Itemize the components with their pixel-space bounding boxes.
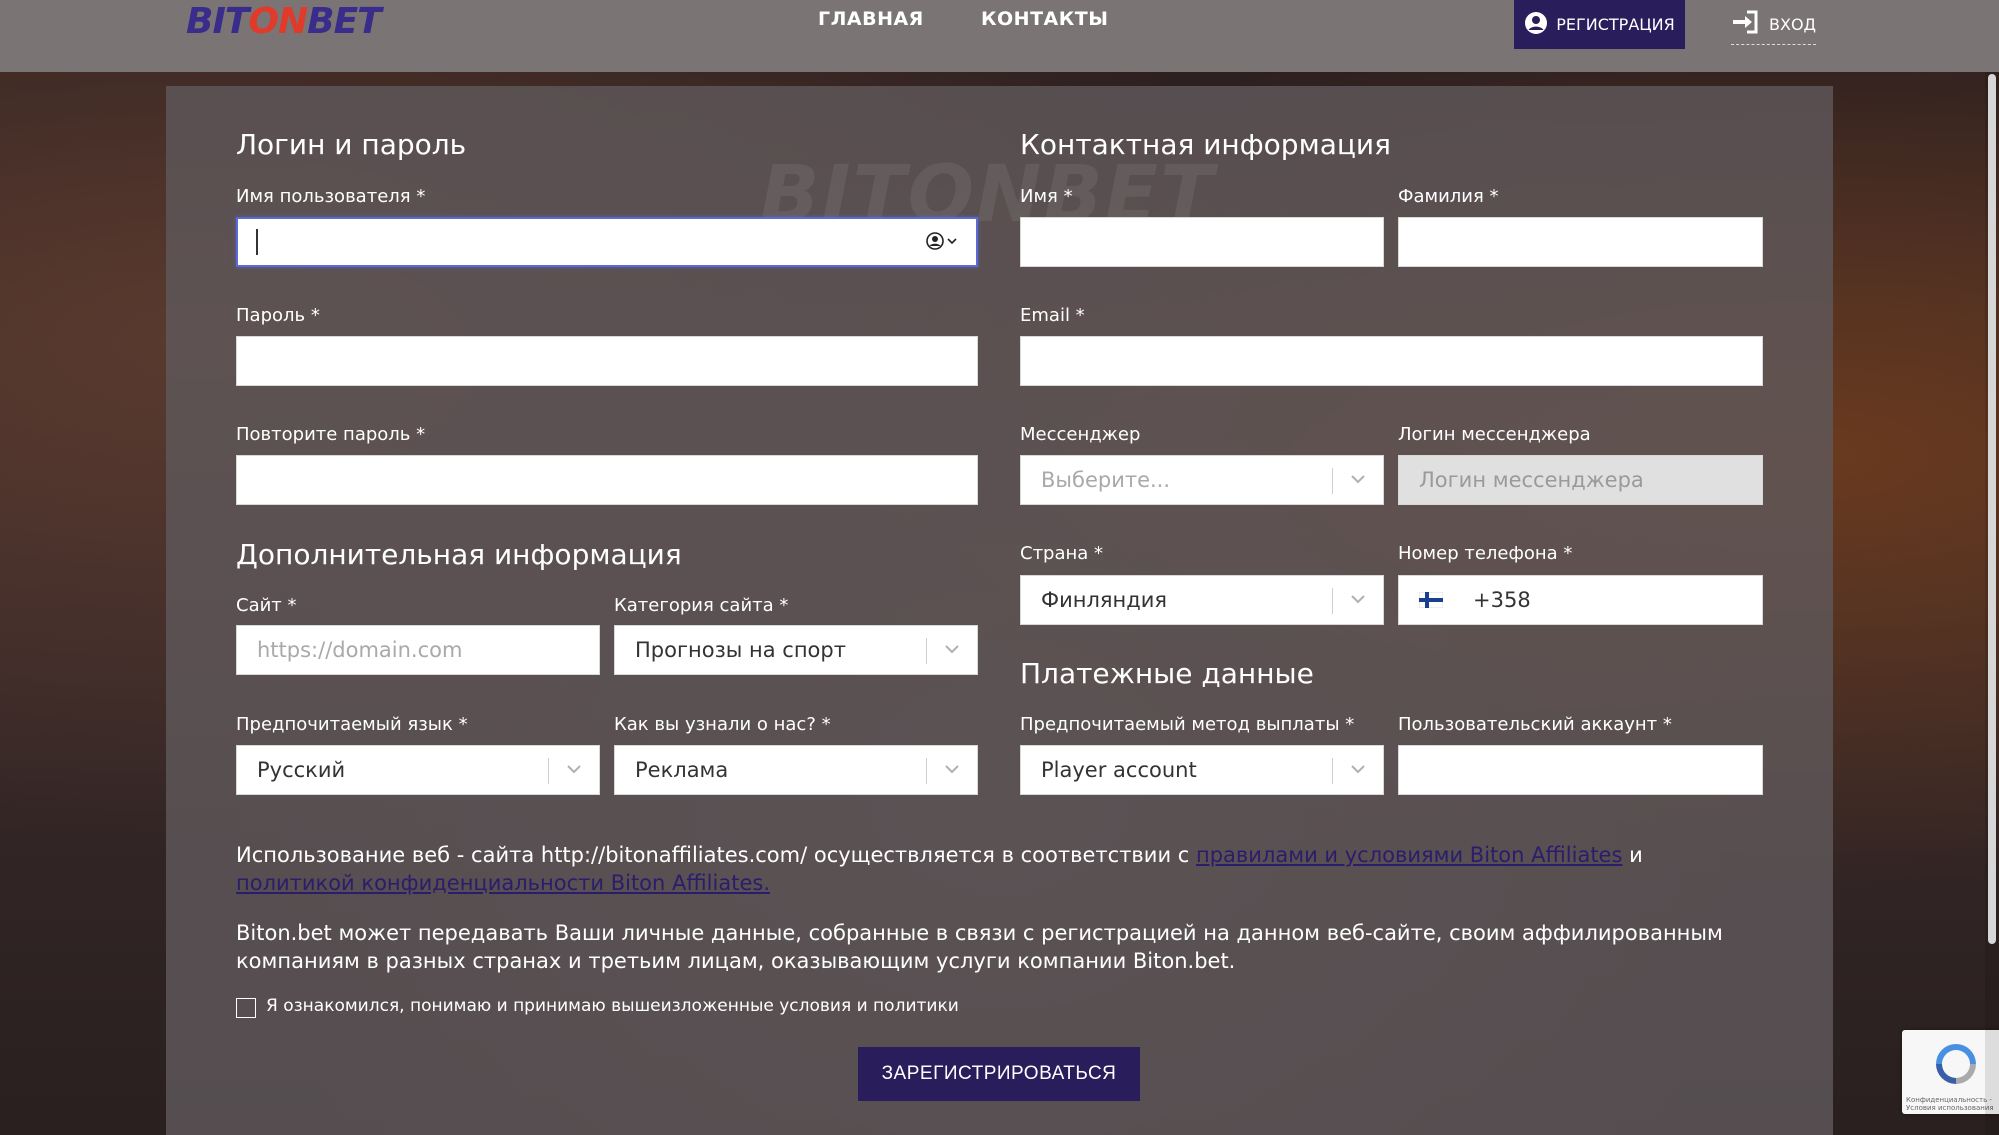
chevron-down-icon[interactable] — [1347, 588, 1369, 610]
phone-label: Номер телефона * — [1398, 543, 1573, 564]
account-label: Пользовательский аккаунт * — [1398, 714, 1672, 735]
messenger-login-label: Логин мессенджера — [1398, 424, 1591, 445]
messenger-label: Мессенджер — [1020, 424, 1141, 445]
accept-terms-checkbox[interactable] — [236, 998, 256, 1018]
register-button[interactable]: РЕГИСТРАЦИЯ — [1514, 0, 1685, 49]
site-label: Сайт * — [236, 595, 297, 616]
terms-and-text: и — [1622, 843, 1643, 867]
additional-section-title: Дополнительная информация — [236, 538, 682, 571]
page-scrollbar-thumb[interactable] — [1988, 74, 1996, 944]
country-select[interactable]: Финляндия — [1020, 575, 1384, 625]
messenger-select[interactable]: Выберите... — [1020, 455, 1384, 505]
payment-method-select[interactable]: Player account — [1020, 745, 1384, 795]
chevron-down-icon[interactable] — [1347, 468, 1369, 490]
messenger-login-input[interactable]: Логин мессенджера — [1398, 455, 1763, 505]
country-value: Финляндия — [1041, 588, 1168, 612]
last-name-input[interactable] — [1398, 217, 1763, 267]
bitonbet-logo[interactable]: BITONBET — [186, 1, 382, 42]
chevron-down-icon[interactable] — [941, 758, 963, 780]
payment-method-label: Предпочитаемый метод выплаты * — [1020, 714, 1355, 735]
country-label: Страна * — [1020, 543, 1104, 564]
first-name-label: Имя * — [1020, 186, 1073, 207]
first-name-input[interactable] — [1020, 217, 1384, 267]
terms-text: Использование веб - сайта http://bitonaf… — [236, 843, 1196, 867]
select-separator — [1332, 468, 1333, 494]
select-separator — [1332, 588, 1333, 614]
language-value: Русский — [257, 758, 346, 782]
payment-section-title: Платежные данные — [1020, 657, 1314, 690]
chevron-down-icon[interactable] — [1347, 758, 1369, 780]
phone-value: +358 — [1473, 588, 1531, 612]
email-input[interactable] — [1020, 336, 1763, 386]
sign-in-icon — [1731, 10, 1759, 38]
messenger-placeholder: Выберите... — [1041, 468, 1171, 492]
repeat-password-label: Повторите пароль * — [236, 424, 426, 445]
payment-method-value: Player account — [1041, 758, 1197, 782]
category-select[interactable]: Прогнозы на спорт — [614, 625, 978, 675]
category-value: Прогнозы на спорт — [635, 638, 846, 662]
chevron-down-icon[interactable] — [563, 758, 585, 780]
category-label: Категория сайта * — [614, 595, 789, 616]
source-select[interactable]: Реклама — [614, 745, 978, 795]
finland-flag-icon[interactable] — [1419, 592, 1443, 608]
login-button[interactable]: ВХОД — [1731, 8, 1817, 45]
username-label: Имя пользователя * — [236, 186, 426, 207]
source-label: Как вы узнали о нас? * — [614, 714, 831, 735]
site-input[interactable]: https://domain.com — [236, 625, 600, 675]
user-circle-icon — [1524, 11, 1548, 39]
repeat-password-input[interactable] — [236, 455, 978, 505]
messenger-login-placeholder: Логин мессенджера — [1419, 468, 1644, 492]
logo-part-bit: BIT — [186, 1, 249, 42]
login-label: ВХОД — [1769, 14, 1817, 34]
top-header: BITONBET ГЛАВНАЯ КОНТАКТЫ РЕГИСТРАЦИЯ ВХ… — [0, 0, 1999, 72]
password-input[interactable] — [236, 336, 978, 386]
select-separator — [926, 638, 927, 664]
contact-section-title: Контактная информация — [1020, 128, 1391, 161]
last-name-label: Фамилия * — [1398, 186, 1499, 207]
email-label: Email * — [1020, 305, 1085, 326]
recaptcha-icon — [1930, 1038, 1982, 1094]
select-separator — [548, 758, 549, 784]
terms-link[interactable]: правилами и условиями Biton Affiliates — [1196, 843, 1622, 867]
accept-terms-label[interactable]: Я ознакомился, понимаю и принимаю вышеиз… — [266, 996, 959, 1016]
privacy-policy-link[interactable]: политикой конфиденциальности Biton Affil… — [236, 871, 770, 895]
site-placeholder: https://domain.com — [257, 638, 463, 662]
autofill-account-icon[interactable] — [926, 232, 958, 250]
text-caret — [256, 229, 258, 255]
logo-part-bet: BET — [307, 1, 382, 42]
terms-paragraph: Использование веб - сайта http://bitonaf… — [236, 841, 1766, 897]
select-separator — [926, 758, 927, 784]
username-input[interactable] — [236, 217, 978, 267]
login-section-title: Логин и пароль — [236, 128, 467, 161]
chevron-down-icon[interactable] — [941, 638, 963, 660]
logo-part-on: ON — [248, 1, 308, 42]
submit-registration-button[interactable]: ЗАРЕГИСТРИРОВАТЬСЯ — [858, 1047, 1140, 1101]
account-input[interactable] — [1398, 745, 1763, 795]
data-sharing-paragraph: Biton.bet может передавать Ваши личные д… — [236, 921, 1723, 973]
password-label: Пароль * — [236, 305, 320, 326]
select-separator — [1332, 758, 1333, 784]
language-select[interactable]: Русский — [236, 745, 600, 795]
register-label: РЕГИСТРАЦИЯ — [1556, 15, 1675, 34]
recaptcha-text[interactable]: Конфиденциальность - Условия использован… — [1906, 1096, 1996, 1112]
phone-input[interactable]: +358 — [1398, 575, 1763, 625]
language-label: Предпочитаемый язык * — [236, 714, 468, 735]
nav-home-link[interactable]: ГЛАВНАЯ — [818, 8, 924, 30]
nav-contacts-link[interactable]: КОНТАКТЫ — [981, 8, 1108, 30]
source-value: Реклама — [635, 758, 729, 782]
